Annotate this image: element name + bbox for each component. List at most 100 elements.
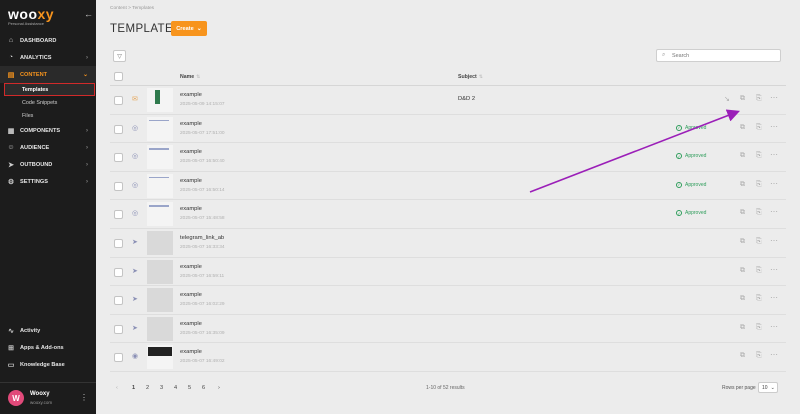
- copy-icon[interactable]: ⎘: [756, 238, 762, 246]
- row-checkbox[interactable]: [114, 124, 123, 134]
- copy-icon[interactable]: ⎘: [756, 124, 762, 132]
- collapse-sidebar-icon[interactable]: ←: [84, 9, 93, 19]
- preview-icon[interactable]: ⧉: [740, 181, 745, 189]
- more-horizontal-icon[interactable]: ⋯: [770, 93, 778, 102]
- nav-content[interactable]: ▤ CONTENT ⌄: [0, 66, 96, 83]
- row-checkbox[interactable]: [114, 238, 123, 248]
- copy-icon[interactable]: ⎘: [756, 95, 762, 103]
- template-thumbnail[interactable]: [147, 173, 173, 198]
- table-row[interactable]: ◎ example 2025-05-07 16:50:40 ✓ Approved …: [110, 143, 786, 172]
- nav-analytics[interactable]: ◔ ANALYTICS ›: [0, 49, 96, 66]
- template-name[interactable]: example: [180, 92, 202, 98]
- table-row[interactable]: ◉ example 2025-05-07 16:49:02 ⧉ ⎘ ⋯: [110, 343, 786, 372]
- nav-settings[interactable]: ⚙ SETTINGS ›: [0, 173, 96, 190]
- row-checkbox[interactable]: [114, 210, 123, 220]
- copy-icon[interactable]: ⎘: [756, 152, 762, 160]
- template-name[interactable]: example: [180, 349, 202, 355]
- column-name[interactable]: Name ⇅: [180, 74, 201, 80]
- nav-audience[interactable]: ☺ AUDIENCE ›: [0, 139, 96, 156]
- more-horizontal-icon[interactable]: ⋯: [770, 293, 778, 302]
- template-name[interactable]: example: [180, 292, 202, 298]
- more-vertical-icon[interactable]: ⋮: [80, 393, 88, 402]
- nav-templates[interactable]: Templates: [4, 83, 95, 96]
- template-name[interactable]: telegram_link_ab: [180, 235, 224, 241]
- row-checkbox[interactable]: [114, 353, 123, 363]
- preview-icon[interactable]: ⧉: [740, 124, 745, 132]
- template-thumbnail[interactable]: [147, 202, 173, 227]
- copy-icon[interactable]: ⎘: [756, 324, 762, 332]
- copy-icon[interactable]: ⎘: [756, 352, 762, 360]
- page-6[interactable]: 6: [202, 385, 205, 391]
- row-checkbox[interactable]: [114, 267, 123, 277]
- copy-icon[interactable]: ⎘: [756, 181, 762, 189]
- preview-icon[interactable]: ⧉: [740, 324, 745, 332]
- create-button[interactable]: Create ⌄: [171, 21, 207, 36]
- copy-icon[interactable]: ⎘: [756, 295, 762, 303]
- row-checkbox[interactable]: [114, 181, 123, 191]
- column-subject[interactable]: Subject ⇅: [458, 74, 483, 80]
- filter-button[interactable]: ▽: [113, 50, 126, 62]
- preview-icon[interactable]: ⧉: [740, 95, 745, 103]
- template-thumbnail[interactable]: [147, 316, 173, 341]
- logo[interactable]: wooxy Personal Assistance: [8, 6, 88, 30]
- page-1[interactable]: 1: [132, 385, 135, 391]
- table-row[interactable]: ➤ example 2025-05-07 16:35:09 ⧉ ⎘ ⋯: [110, 315, 786, 344]
- template-thumbnail[interactable]: [147, 288, 173, 313]
- more-horizontal-icon[interactable]: ⋯: [770, 122, 778, 131]
- table-row[interactable]: ◎ example 2025-05-07 15:48:58 ✓ Approved …: [110, 200, 786, 229]
- nav-components[interactable]: ▦ COMPONENTS ›: [0, 122, 96, 139]
- page-2[interactable]: 2: [146, 385, 149, 391]
- preview-icon[interactable]: ⧉: [740, 152, 745, 160]
- nav-activity[interactable]: ∿ Activity: [0, 322, 96, 339]
- nav-knowledge-base[interactable]: ▭ Knowledge Base: [0, 356, 96, 373]
- template-thumbnail[interactable]: [147, 88, 173, 112]
- table-row[interactable]: ➤ example 2025-05-07 16:59:11 ⧉ ⎘ ⋯: [110, 258, 786, 287]
- template-thumbnail[interactable]: [147, 116, 173, 141]
- page-5[interactable]: 5: [188, 385, 191, 391]
- more-horizontal-icon[interactable]: ⋯: [770, 350, 778, 359]
- nav-apps-addons[interactable]: ⊞ Apps & Add-ons: [0, 339, 96, 356]
- send-icon[interactable]: ↘: [724, 95, 730, 103]
- nav-outbound[interactable]: ➤ OUTBOUND ›: [0, 156, 96, 173]
- template-name[interactable]: example: [180, 206, 202, 212]
- template-thumbnail[interactable]: [147, 145, 173, 170]
- nav-dashboard[interactable]: ⌂ DASHBOARD: [0, 32, 96, 49]
- template-thumbnail[interactable]: [147, 345, 173, 370]
- page-4[interactable]: 4: [174, 385, 177, 391]
- page-3[interactable]: 3: [160, 385, 163, 391]
- more-horizontal-icon[interactable]: ⋯: [770, 207, 778, 216]
- profile[interactable]: W Wooxy wooxy.com ⋮: [0, 382, 96, 414]
- rows-per-page-select[interactable]: 10 ⌄: [758, 382, 778, 393]
- select-all-checkbox[interactable]: [114, 72, 123, 81]
- template-name[interactable]: example: [180, 121, 202, 127]
- search-box[interactable]: ⌕: [656, 49, 781, 62]
- more-horizontal-icon[interactable]: ⋯: [770, 179, 778, 188]
- table-row[interactable]: ➤ example 2025-05-07 16:02:29 ⧉ ⎘ ⋯: [110, 286, 786, 315]
- more-horizontal-icon[interactable]: ⋯: [770, 150, 778, 159]
- template-name[interactable]: example: [180, 178, 202, 184]
- template-name[interactable]: example: [180, 149, 202, 155]
- preview-icon[interactable]: ⧉: [740, 267, 745, 275]
- template-name[interactable]: example: [180, 264, 202, 270]
- more-horizontal-icon[interactable]: ⋯: [770, 265, 778, 274]
- row-checkbox[interactable]: [114, 96, 123, 105]
- more-horizontal-icon[interactable]: ⋯: [770, 236, 778, 245]
- preview-icon[interactable]: ⧉: [740, 238, 745, 246]
- preview-icon[interactable]: ⧉: [740, 209, 745, 217]
- nav-code-snippets[interactable]: Code Snippets: [0, 96, 96, 109]
- preview-icon[interactable]: ⧉: [740, 295, 745, 303]
- more-horizontal-icon[interactable]: ⋯: [770, 322, 778, 331]
- nav-files[interactable]: Files: [0, 109, 96, 122]
- template-thumbnail[interactable]: [147, 230, 173, 255]
- template-thumbnail[interactable]: [147, 259, 173, 284]
- search-input[interactable]: [672, 51, 772, 61]
- table-row[interactable]: ◎ example 2025-05-07 16:50:14 ✓ Approved …: [110, 172, 786, 201]
- template-name[interactable]: example: [180, 321, 202, 327]
- table-row[interactable]: ➤ telegram_link_ab 2025-05-07 16:33:34 ⧉…: [110, 229, 786, 258]
- copy-icon[interactable]: ⎘: [756, 267, 762, 275]
- prev-page-button[interactable]: ‹: [116, 385, 118, 391]
- row-checkbox[interactable]: [114, 153, 123, 163]
- preview-icon[interactable]: ⧉: [740, 352, 745, 360]
- next-page-button[interactable]: ›: [218, 385, 220, 391]
- copy-icon[interactable]: ⎘: [756, 209, 762, 217]
